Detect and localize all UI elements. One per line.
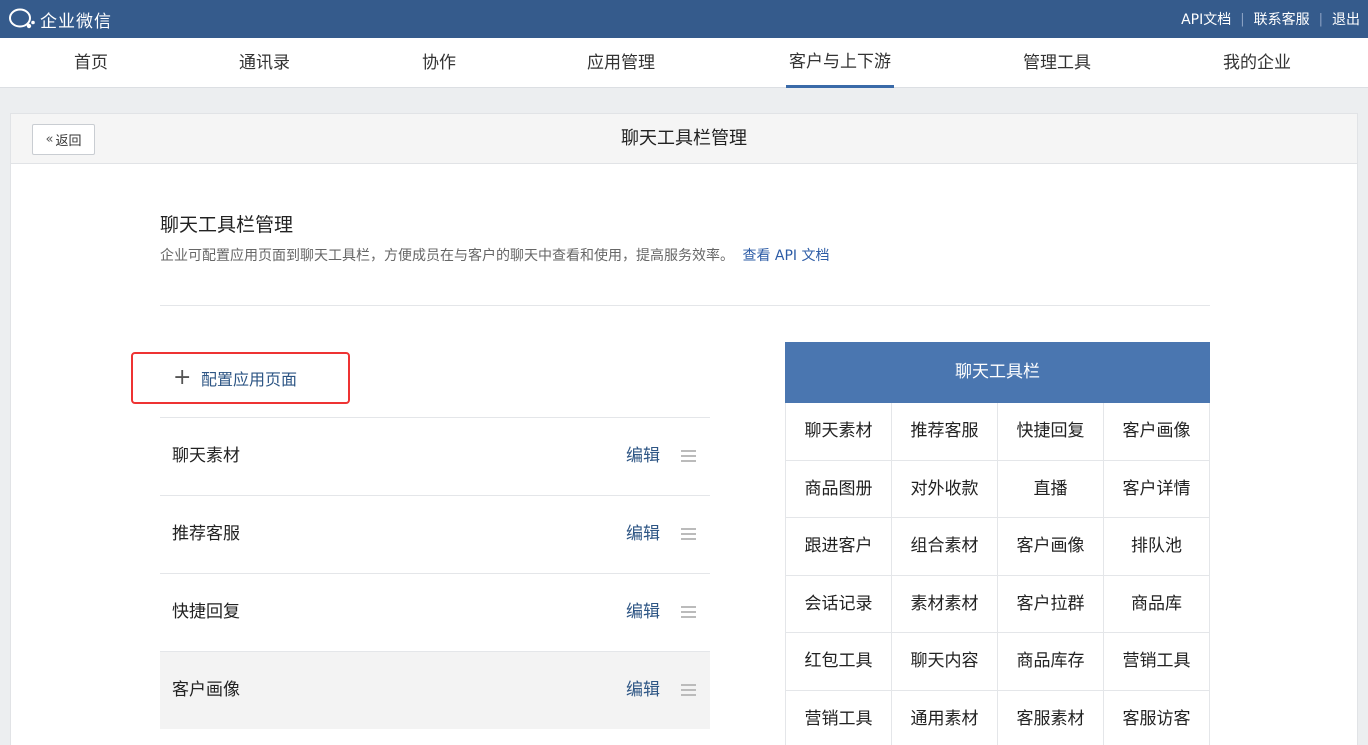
- link-separator: |: [1318, 11, 1323, 27]
- list-item: 客户画像 编辑: [160, 651, 710, 729]
- toolbar-cell: 快捷回复: [998, 403, 1104, 461]
- toolbar-cell: 会话记录: [786, 575, 892, 633]
- toolbar-cell: 营销工具: [786, 690, 892, 745]
- nav-my-enterprise[interactable]: 我的企业: [1223, 38, 1291, 88]
- toolbar-cell: 推荐客服: [892, 403, 998, 461]
- app-page-name: 客户画像: [172, 680, 240, 700]
- logout-link[interactable]: 退出: [1332, 9, 1360, 29]
- drag-handle-icon[interactable]: [681, 606, 696, 618]
- wecom-logo-icon: [9, 8, 35, 29]
- toolbar-cell: 聊天素材: [786, 403, 892, 461]
- chat-toolbar-preview: 聊天工具栏 聊天素材 推荐客服 快捷回复 客户画像 商品图册 对外收款 直播 客…: [785, 342, 1210, 745]
- toolbar-cell: 客户拉群: [998, 575, 1104, 633]
- edit-button[interactable]: 编辑: [626, 652, 660, 728]
- toolbar-grid: 聊天素材 推荐客服 快捷回复 客户画像 商品图册 对外收款 直播 客户详情 跟进…: [785, 403, 1210, 745]
- toolbar-cell: 商品库存: [998, 633, 1104, 691]
- toolbar-cell: 组合素材: [892, 518, 998, 576]
- toolbar-title: 聊天工具栏: [785, 342, 1210, 403]
- back-label: 返回: [55, 134, 82, 149]
- description-text: 企业可配置应用页面到聊天工具栏，方便成员在与客户的聊天中查看和使用，提高服务效率…: [160, 248, 734, 264]
- panel-header: 聊天工具栏管理 « 返回: [11, 114, 1357, 164]
- section-description: 企业可配置应用页面到聊天工具栏，方便成员在与客户的聊天中查看和使用，提高服务效率…: [160, 245, 830, 265]
- list-item: 快捷回复 编辑: [160, 573, 710, 651]
- toolbar-cell: 客服素材: [998, 690, 1104, 745]
- top-links: API文档 | 联系客服 | 退出: [1181, 0, 1360, 38]
- toolbar-cell: 客服访客: [1104, 690, 1210, 745]
- nav-management-tools[interactable]: 管理工具: [1023, 38, 1091, 88]
- toolbar-cell: 红包工具: [786, 633, 892, 691]
- divider: [160, 305, 1210, 306]
- toolbar-cell: 营销工具: [1104, 633, 1210, 691]
- edit-button[interactable]: 编辑: [626, 418, 660, 494]
- drag-handle-icon[interactable]: [681, 684, 696, 696]
- nav-app-management[interactable]: 应用管理: [587, 38, 655, 88]
- toolbar-cell: 跟进客户: [786, 518, 892, 576]
- toolbar-cell: 聊天内容: [892, 633, 998, 691]
- toolbar-cell: 商品图册: [786, 460, 892, 518]
- toolbar-cell: 客户画像: [1104, 403, 1210, 461]
- contact-support-link[interactable]: 联系客服: [1254, 9, 1310, 29]
- app-page-name: 快捷回复: [172, 602, 240, 622]
- toolbar-cell: 客户画像: [998, 518, 1104, 576]
- view-api-docs-link[interactable]: 查看 API 文档: [742, 248, 829, 264]
- configure-app-page-label: 配置应用页面: [201, 370, 298, 389]
- toolbar-cell: 商品库: [1104, 575, 1210, 633]
- api-docs-link[interactable]: API文档: [1181, 9, 1231, 29]
- section-title: 聊天工具栏管理: [160, 214, 294, 236]
- nav-collaboration[interactable]: 协作: [422, 38, 456, 88]
- app-page-list: 聊天素材 编辑 推荐客服 编辑 快捷回复 编辑 客户画像 编辑: [160, 417, 710, 729]
- drag-handle-icon[interactable]: [681, 450, 696, 462]
- configure-app-page-button[interactable]: + 配置应用页面: [131, 352, 350, 404]
- drag-handle-icon[interactable]: [681, 528, 696, 540]
- top-bar: 企业微信 API文档 | 联系客服 | 退出: [0, 0, 1368, 38]
- list-item: 推荐客服 编辑: [160, 495, 710, 573]
- panel-title: 聊天工具栏管理: [621, 128, 747, 149]
- toolbar-cell: 直播: [998, 460, 1104, 518]
- link-separator: |: [1240, 11, 1245, 27]
- toolbar-cell: 素材素材: [892, 575, 998, 633]
- main-nav: 首页 通讯录 协作 应用管理 客户与上下游 管理工具 我的企业: [0, 38, 1368, 88]
- toolbar-cell: 排队池: [1104, 518, 1210, 576]
- edit-button[interactable]: 编辑: [626, 496, 660, 572]
- logo[interactable]: 企业微信: [8, 7, 112, 32]
- nav-contacts[interactable]: 通讯录: [239, 38, 290, 88]
- double-chevron-left-icon: «: [45, 132, 54, 147]
- plus-icon: +: [173, 365, 192, 390]
- toolbar-cell: 对外收款: [892, 460, 998, 518]
- content-panel: 聊天工具栏管理 « 返回 聊天工具栏管理 企业可配置应用页面到聊天工具栏，方便成…: [10, 113, 1358, 745]
- toolbar-cell: 客户详情: [1104, 460, 1210, 518]
- app-page-name: 聊天素材: [172, 446, 240, 466]
- nav-home[interactable]: 首页: [74, 38, 108, 88]
- logo-text: 企业微信: [40, 11, 112, 32]
- list-item: 聊天素材 编辑: [160, 417, 710, 495]
- toolbar-cell: 通用素材: [892, 690, 998, 745]
- nav-customers-upstream-downstream[interactable]: 客户与上下游: [786, 38, 894, 88]
- edit-button[interactable]: 编辑: [626, 574, 660, 650]
- app-page-name: 推荐客服: [172, 524, 240, 544]
- back-button[interactable]: « 返回: [32, 124, 95, 155]
